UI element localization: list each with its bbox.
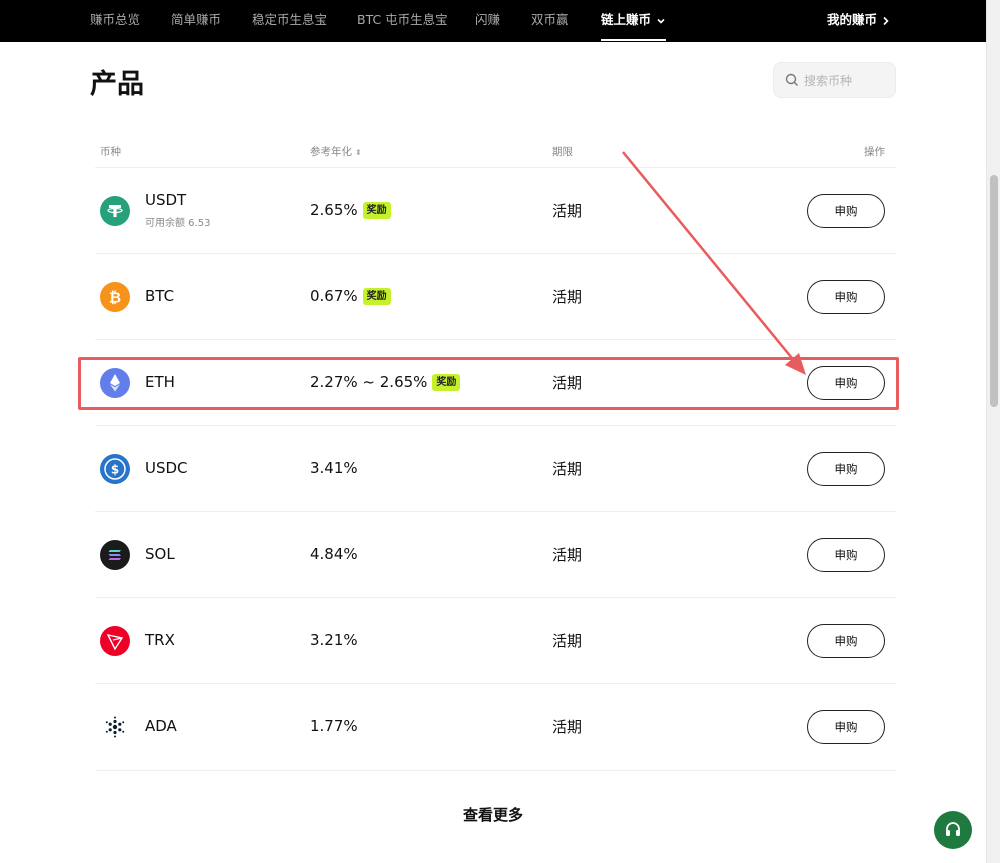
- apy-value: 0.67% 奖励: [310, 287, 391, 305]
- sol-icon: [100, 540, 130, 570]
- apy-value: 4.84%: [310, 545, 358, 563]
- reward-badge: 奖励: [362, 288, 391, 305]
- table-row: $ USDC 3.41% 活期 申购: [95, 425, 896, 511]
- view-more-link[interactable]: 查看更多: [0, 804, 986, 825]
- coin-name: TRX: [145, 631, 175, 649]
- support-button[interactable]: [934, 811, 972, 849]
- subscribe-button[interactable]: 申购: [807, 452, 885, 486]
- apy-text: 4.84%: [310, 545, 358, 563]
- trx-icon: [100, 626, 130, 656]
- btc-icon: ₿: [100, 282, 130, 312]
- coin-name: USDT: [145, 191, 187, 209]
- page-title: 产品: [90, 69, 144, 100]
- table-row: SOL 4.84% 活期 申购: [95, 511, 896, 597]
- search-input[interactable]: [804, 71, 890, 91]
- usdt-icon: [100, 196, 130, 226]
- apy-text: 1.77%: [310, 717, 358, 735]
- subscribe-button[interactable]: 申购: [807, 710, 885, 744]
- apy-text: 2.65%: [310, 201, 358, 219]
- ada-icon: [100, 712, 130, 742]
- svg-text:₿: ₿: [109, 289, 121, 307]
- chevron-down-icon: [657, 18, 665, 24]
- available-balance: 可用余额 6.53: [145, 218, 211, 229]
- my-earn-label: 我的赚币: [826, 12, 877, 27]
- divider: [95, 770, 896, 771]
- coin-name: ADA: [145, 717, 177, 735]
- term-value: 活期: [552, 632, 583, 650]
- top-nav: 赚币总览 简单赚币 稳定币生息宝 BTC 屯币生息宝 闪赚 双币赢 链上赚币 我…: [0, 0, 986, 42]
- my-earn-link[interactable]: 我的赚币: [827, 0, 890, 42]
- header-apy-label: 参考年化: [310, 146, 352, 158]
- reward-badge: 奖励: [362, 202, 391, 219]
- chevron-right-icon: [883, 16, 889, 25]
- nav-item-stablecoin-earn[interactable]: 稳定币生息宝: [252, 0, 327, 42]
- apy-text: 0.67%: [310, 287, 358, 305]
- nav-item-flash-earn[interactable]: 闪赚: [475, 0, 500, 42]
- subscribe-button[interactable]: 申购: [807, 624, 885, 658]
- highlight-box: [78, 357, 899, 410]
- table-row: ADA 1.77% 活期 申购: [95, 683, 896, 769]
- subscribe-button[interactable]: 申购: [807, 538, 885, 572]
- sort-icon: ⬍: [355, 147, 362, 157]
- term-value: 活期: [552, 546, 583, 564]
- headset-icon: [946, 822, 960, 836]
- table-row: TRX 3.21% 活期 申购: [95, 597, 896, 683]
- header-coin: 币种: [100, 146, 121, 158]
- term-value: 活期: [552, 202, 583, 220]
- usdc-icon: $: [100, 454, 130, 484]
- header-action: 操作: [864, 146, 885, 158]
- apy-value: 3.41%: [310, 459, 358, 477]
- subscribe-button[interactable]: 申购: [807, 194, 885, 228]
- subscribe-button[interactable]: 申购: [807, 280, 885, 314]
- nav-item-simple-earn[interactable]: 简单赚币: [171, 0, 221, 42]
- nav-item-dual-investment[interactable]: 双币赢: [531, 0, 569, 42]
- scrollbar-thumb[interactable]: [990, 175, 998, 407]
- apy-text: 3.21%: [310, 631, 358, 649]
- header-apy[interactable]: 参考年化 ⬍: [310, 144, 362, 159]
- nav-item-onchain-earn[interactable]: 链上赚币: [601, 0, 667, 42]
- table-row: ₿ BTC 0.67% 奖励 活期 申购: [95, 253, 896, 339]
- nav-item-btc-earn[interactable]: BTC 屯币生息宝: [357, 0, 448, 42]
- coin-name: USDC: [145, 459, 188, 477]
- header-term: 期限: [552, 146, 573, 158]
- term-value: 活期: [552, 718, 583, 736]
- apy-value: 1.77%: [310, 717, 358, 735]
- search-icon: [785, 73, 798, 86]
- apy-text: 3.41%: [310, 459, 358, 477]
- nav-item-onchain-earn-label: 链上赚币: [601, 12, 652, 27]
- apy-value: 2.65% 奖励: [310, 201, 391, 219]
- nav-item-earn-overview[interactable]: 赚币总览: [90, 0, 140, 42]
- search-box[interactable]: [773, 62, 896, 98]
- apy-value: 3.21%: [310, 631, 358, 649]
- term-value: 活期: [552, 288, 583, 306]
- svg-text:$: $: [111, 463, 119, 477]
- coin-name: SOL: [145, 545, 175, 563]
- scrollbar[interactable]: [986, 0, 1000, 863]
- term-value: 活期: [552, 460, 583, 478]
- table-row: USDT 可用余额 6.53 2.65% 奖励 活期 申购: [95, 167, 896, 253]
- coin-name: BTC: [145, 287, 175, 305]
